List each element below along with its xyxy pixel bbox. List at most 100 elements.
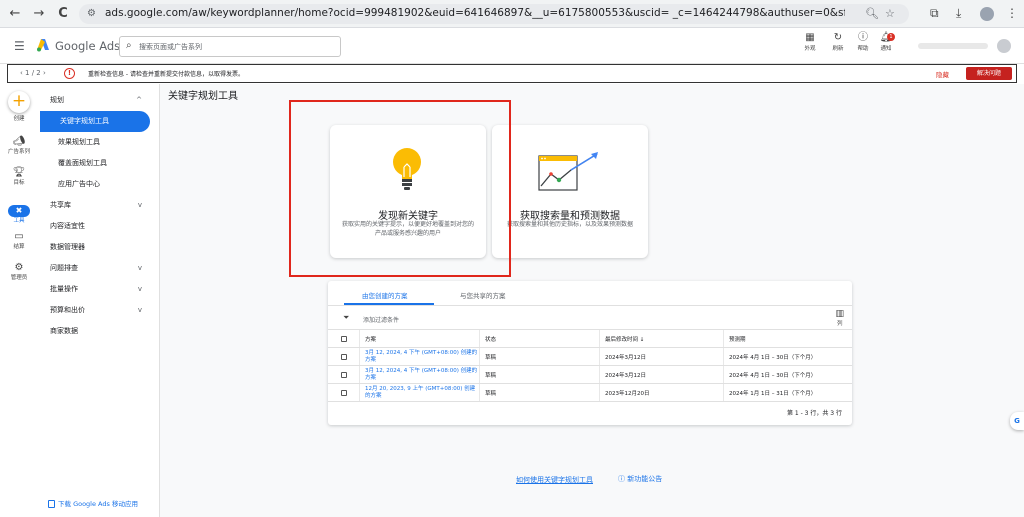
create-button[interactable]: + [8, 91, 30, 113]
alert-banner: ‹ 1 / 2 › ! 重新检查信息 - 请检查并重新提交付款信息，以取得发票。… [7, 64, 1017, 83]
rail-campaigns[interactable]: 📣︎ 广告系列 [0, 136, 38, 156]
pagination-summary: 第 1 - 3 行，共 3 行 [786, 410, 842, 417]
plan-period: 2024年 4月 1日 – 30日（下个月） [729, 373, 817, 379]
fix-issue-button[interactable]: 解决问题 [966, 67, 1012, 80]
annotation-highlight-box [289, 100, 511, 277]
card-icon: ▭ [14, 231, 24, 242]
plan-modified: 2023年12月20日 [600, 384, 724, 402]
chevron-down-icon: v [137, 306, 142, 314]
browser-menu-icon[interactable]: ⋮ [1006, 6, 1018, 20]
info-icon: ⓘ [618, 475, 628, 483]
gear-icon: ⚙ [14, 262, 24, 273]
table-row: 12月 20, 2023, 9 上午 (GMT+08:00) 创建的方案 草稿 … [328, 383, 852, 402]
trend-chart-icon [538, 152, 598, 191]
chevron-up-icon: ^ [136, 96, 142, 104]
tools-icon: ✖ [8, 205, 30, 217]
filter-icon[interactable]: ⏷ [343, 313, 349, 323]
column-header-period[interactable]: 预测期 [724, 330, 852, 348]
menu-icon[interactable]: ☰ [14, 39, 25, 53]
search-input[interactable]: ⌕ 搜索页面或广告系列 [119, 36, 341, 57]
alert-message: 重新检查信息 - 请检查并重新提交付款信息，以取得发票。 [88, 71, 244, 78]
chevron-down-icon: v [137, 201, 142, 209]
tab-my-plans[interactable]: 由您创建的方案 [362, 290, 408, 300]
table-row: 3月 12, 2024, 4 下午 (GMT+08:00) 创建的方案 草稿 2… [328, 365, 852, 384]
sidebar-item-app-center[interactable]: 应用广告中心 [38, 174, 160, 195]
whats-new-link[interactable]: ⓘ 新功能公告 [618, 474, 662, 484]
columns-button[interactable]: ▥ 列 [835, 309, 844, 327]
sidebar-item-bulk-actions[interactable]: 批量操作 v [38, 279, 160, 300]
notifications-button[interactable]: 🔔︎ 通知 [873, 31, 899, 54]
zoom-icon[interactable]: 🔍︎ [865, 7, 879, 20]
table-row: 3月 12, 2024, 4 下午 (GMT+08:00) 创建的方案 草稿 2… [328, 347, 852, 366]
google-ads-logo [37, 39, 49, 52]
sidebar-item-business-data[interactable]: 商家数据 [38, 321, 160, 342]
row-checkbox[interactable] [340, 372, 347, 378]
sidebar-item-planning[interactable]: 规划 ^ [38, 90, 160, 111]
column-header-status[interactable]: 状态 [480, 330, 600, 348]
plan-modified: 2024年3月12日 [600, 348, 724, 366]
select-all-checkbox[interactable] [340, 336, 347, 342]
divider [328, 305, 852, 306]
alert-pager[interactable]: ‹ 1 / 2 › [20, 69, 46, 77]
sidebar-item-performance-planner[interactable]: 效果规划工具 [38, 132, 160, 153]
sidebar-item-keyword-planner[interactable]: 关键字规划工具 [40, 111, 150, 132]
plan-status: 草稿 [480, 384, 600, 402]
refresh-button[interactable]: ↻ 刷新 [825, 31, 851, 54]
mobile-app-link[interactable]: 下载 Google Ads 移动应用 [48, 498, 138, 508]
address-bar[interactable]: ⚙ ads.google.com/aw/keywordplanner/home?… [79, 4, 909, 24]
sidebar-item-shared-library[interactable]: 共享库 v [38, 195, 160, 216]
feedback-tab[interactable]: G [1010, 412, 1024, 430]
sidebar-item-troubleshoot[interactable]: 问题排查 v [38, 258, 160, 279]
product-name: Google Ads [55, 39, 121, 53]
account-avatar[interactable] [997, 39, 1011, 53]
tab-shared-plans[interactable]: 与您共享的方案 [460, 290, 506, 300]
rail-goals[interactable]: 🏆︎ 目标 [0, 167, 38, 187]
megaphone-icon: 📣︎ [12, 136, 26, 147]
bookmark-star-icon[interactable]: ☆ [885, 7, 895, 20]
trophy-icon: 🏆︎ [12, 167, 26, 178]
rail-tools[interactable]: ✖ 工具 [0, 198, 38, 225]
extensions-icon[interactable]: ⧉ [930, 6, 939, 21]
sidebar-item-data-manager[interactable]: 数据管理器 [38, 237, 160, 258]
site-info-icon[interactable]: ⚙ [87, 8, 96, 19]
hide-button[interactable]: 隐藏 [936, 69, 949, 79]
profile-avatar[interactable] [980, 7, 994, 21]
plan-link[interactable]: 3月 12, 2024, 4 下午 (GMT+08:00) 创建的方案 [365, 350, 479, 364]
plan-modified: 2024年3月12日 [600, 366, 724, 384]
column-header-modified[interactable]: 最后修改时间 ↓ [600, 330, 724, 348]
sidebar-item-suitability[interactable]: 内容适宜性 [38, 216, 160, 237]
plan-period: 2024年 1月 1日 – 31日（下个月） [729, 391, 817, 397]
add-filter-button[interactable]: 添加过滤条件 [363, 315, 399, 324]
url-text[interactable]: ads.google.com/aw/keywordplanner/home?oc… [105, 7, 845, 19]
row-checkbox[interactable] [340, 390, 347, 396]
row-checkbox[interactable] [340, 354, 347, 360]
search-volume-card[interactable]: 获取搜索量和预测数据 获取搜索量和其他历史指标，以及效果预测数据 [492, 125, 648, 258]
page-title: 关键字规划工具 [168, 91, 238, 102]
sidebar-item-budgets[interactable]: 预算和出价 v [38, 300, 160, 321]
plan-link[interactable]: 12月 20, 2023, 9 上午 (GMT+08:00) 创建的方案 [365, 386, 479, 400]
refresh-icon: ↻ [833, 32, 843, 43]
search-placeholder: 搜索页面或广告系列 [139, 43, 202, 51]
plans-table: 方案 状态 最后修改时间 ↓ 预测期 3月 12, 2024, 4 下午 (GM… [328, 329, 852, 402]
sidebar-item-reach-planner[interactable]: 覆盖面规划工具 [38, 153, 160, 174]
howto-link[interactable]: 如何使用关键字规划工具 [516, 475, 593, 485]
download-icon[interactable]: ⤓ [956, 6, 961, 21]
card-description: 获取搜索量和其他历史指标，以及效果预测数据 [506, 221, 633, 228]
phone-icon [48, 500, 55, 508]
divider [328, 401, 852, 402]
account-info[interactable] [918, 43, 988, 49]
ads-header: ☰ Google Ads ⌕ 搜索页面或广告系列 ▦ 外观 ↻ 刷新 ⓘ 帮助 … [0, 28, 1024, 64]
forward-icon[interactable]: → [32, 7, 46, 21]
columns-icon: ▥ [835, 309, 844, 319]
plans-table-card: 由您创建的方案 与您共享的方案 ⏷ 添加过滤条件 ▥ 列 方案 状态 最后修改时… [328, 281, 852, 425]
plan-link[interactable]: 3月 12, 2024, 4 下午 (GMT+08:00) 创建的方案 [365, 368, 479, 382]
appearance-button[interactable]: ▦ 外观 [797, 31, 823, 54]
reload-icon[interactable]: C [56, 7, 70, 21]
back-icon[interactable]: ← [8, 7, 22, 21]
column-header-plan[interactable]: 方案 [360, 330, 480, 348]
chevron-down-icon: v [137, 285, 142, 293]
rail-billing[interactable]: ▭ 结算 [0, 231, 38, 251]
error-icon: ! [64, 68, 75, 79]
search-icon: ⌕ [126, 40, 132, 51]
rail-admin[interactable]: ⚙ 管理员 [0, 262, 38, 282]
